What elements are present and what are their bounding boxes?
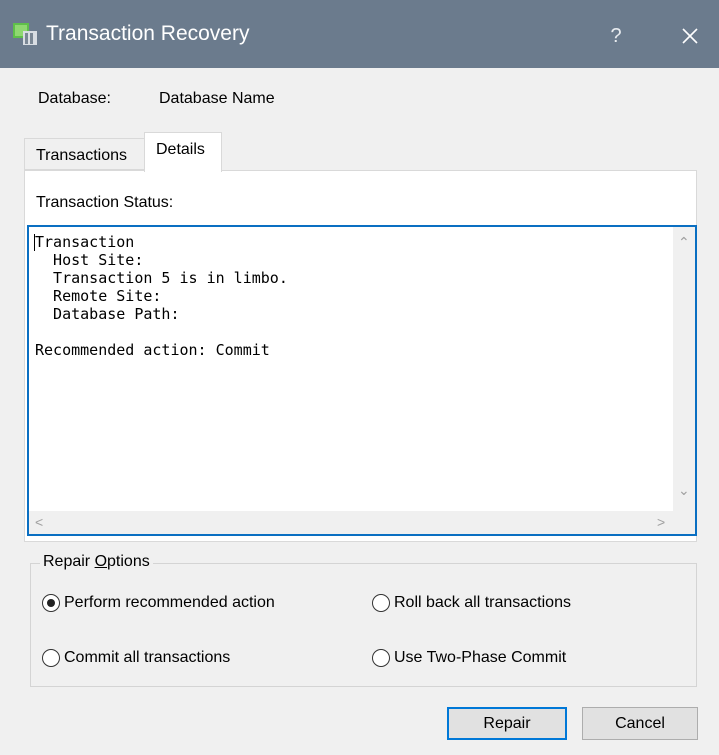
database-app-icon bbox=[13, 23, 37, 45]
legend-prefix: Repair bbox=[43, 553, 95, 570]
radio-label: Commit all transactions bbox=[64, 649, 231, 666]
close-button[interactable] bbox=[664, 14, 716, 58]
help-button[interactable]: ? bbox=[588, 16, 644, 56]
radio-perform-recommended-action[interactable]: Perform recommended action bbox=[42, 593, 275, 613]
legend-suffix: ptions bbox=[107, 553, 150, 570]
scrollbar-corner bbox=[673, 511, 695, 534]
radio-unchecked-icon[interactable] bbox=[372, 649, 390, 667]
repair-button[interactable]: Repair bbox=[447, 707, 567, 740]
scroll-left-icon[interactable]: < bbox=[35, 515, 43, 529]
title-bar[interactable]: Transaction Recovery ? bbox=[0, 0, 719, 68]
cancel-button[interactable]: Cancel bbox=[582, 707, 698, 740]
close-icon bbox=[682, 28, 698, 44]
transaction-status-textbox[interactable]: Transaction Host Site: Transaction 5 is … bbox=[27, 225, 697, 536]
radio-checked-icon[interactable] bbox=[42, 594, 60, 612]
horizontal-scrollbar[interactable]: < > bbox=[29, 511, 673, 534]
transaction-status-text[interactable]: Transaction Host Site: Transaction 5 is … bbox=[35, 233, 675, 503]
radio-two-phase-commit[interactable]: Use Two-Phase Commit bbox=[372, 648, 566, 668]
transaction-status-label: Transaction Status: bbox=[36, 194, 174, 211]
database-label: Database: bbox=[38, 90, 111, 107]
repair-options-legend: Repair Options bbox=[40, 552, 153, 572]
text-caret bbox=[34, 234, 35, 251]
scroll-up-icon[interactable]: ⌃ bbox=[678, 235, 690, 249]
radio-roll-back-all[interactable]: Roll back all transactions bbox=[372, 593, 571, 613]
repair-options-group bbox=[30, 563, 697, 687]
radio-label: Perform recommended action bbox=[64, 594, 275, 611]
tab-details[interactable]: Details bbox=[144, 132, 222, 172]
radio-label: Roll back all transactions bbox=[394, 594, 571, 611]
tab-transactions[interactable]: Transactions bbox=[24, 138, 145, 170]
radio-commit-all[interactable]: Commit all transactions bbox=[42, 648, 230, 668]
radio-label: Use Two-Phase Commit bbox=[394, 649, 567, 666]
window-title: Transaction Recovery bbox=[46, 22, 250, 45]
legend-accelerator: O bbox=[94, 553, 108, 570]
radio-unchecked-icon[interactable] bbox=[372, 594, 390, 612]
radio-unchecked-icon[interactable] bbox=[42, 649, 60, 667]
scroll-right-icon[interactable]: > bbox=[657, 515, 665, 529]
database-name: Database Name bbox=[159, 90, 275, 107]
vertical-scrollbar[interactable]: ⌃ ⌄ bbox=[673, 227, 695, 511]
scroll-down-icon[interactable]: ⌄ bbox=[678, 483, 690, 497]
